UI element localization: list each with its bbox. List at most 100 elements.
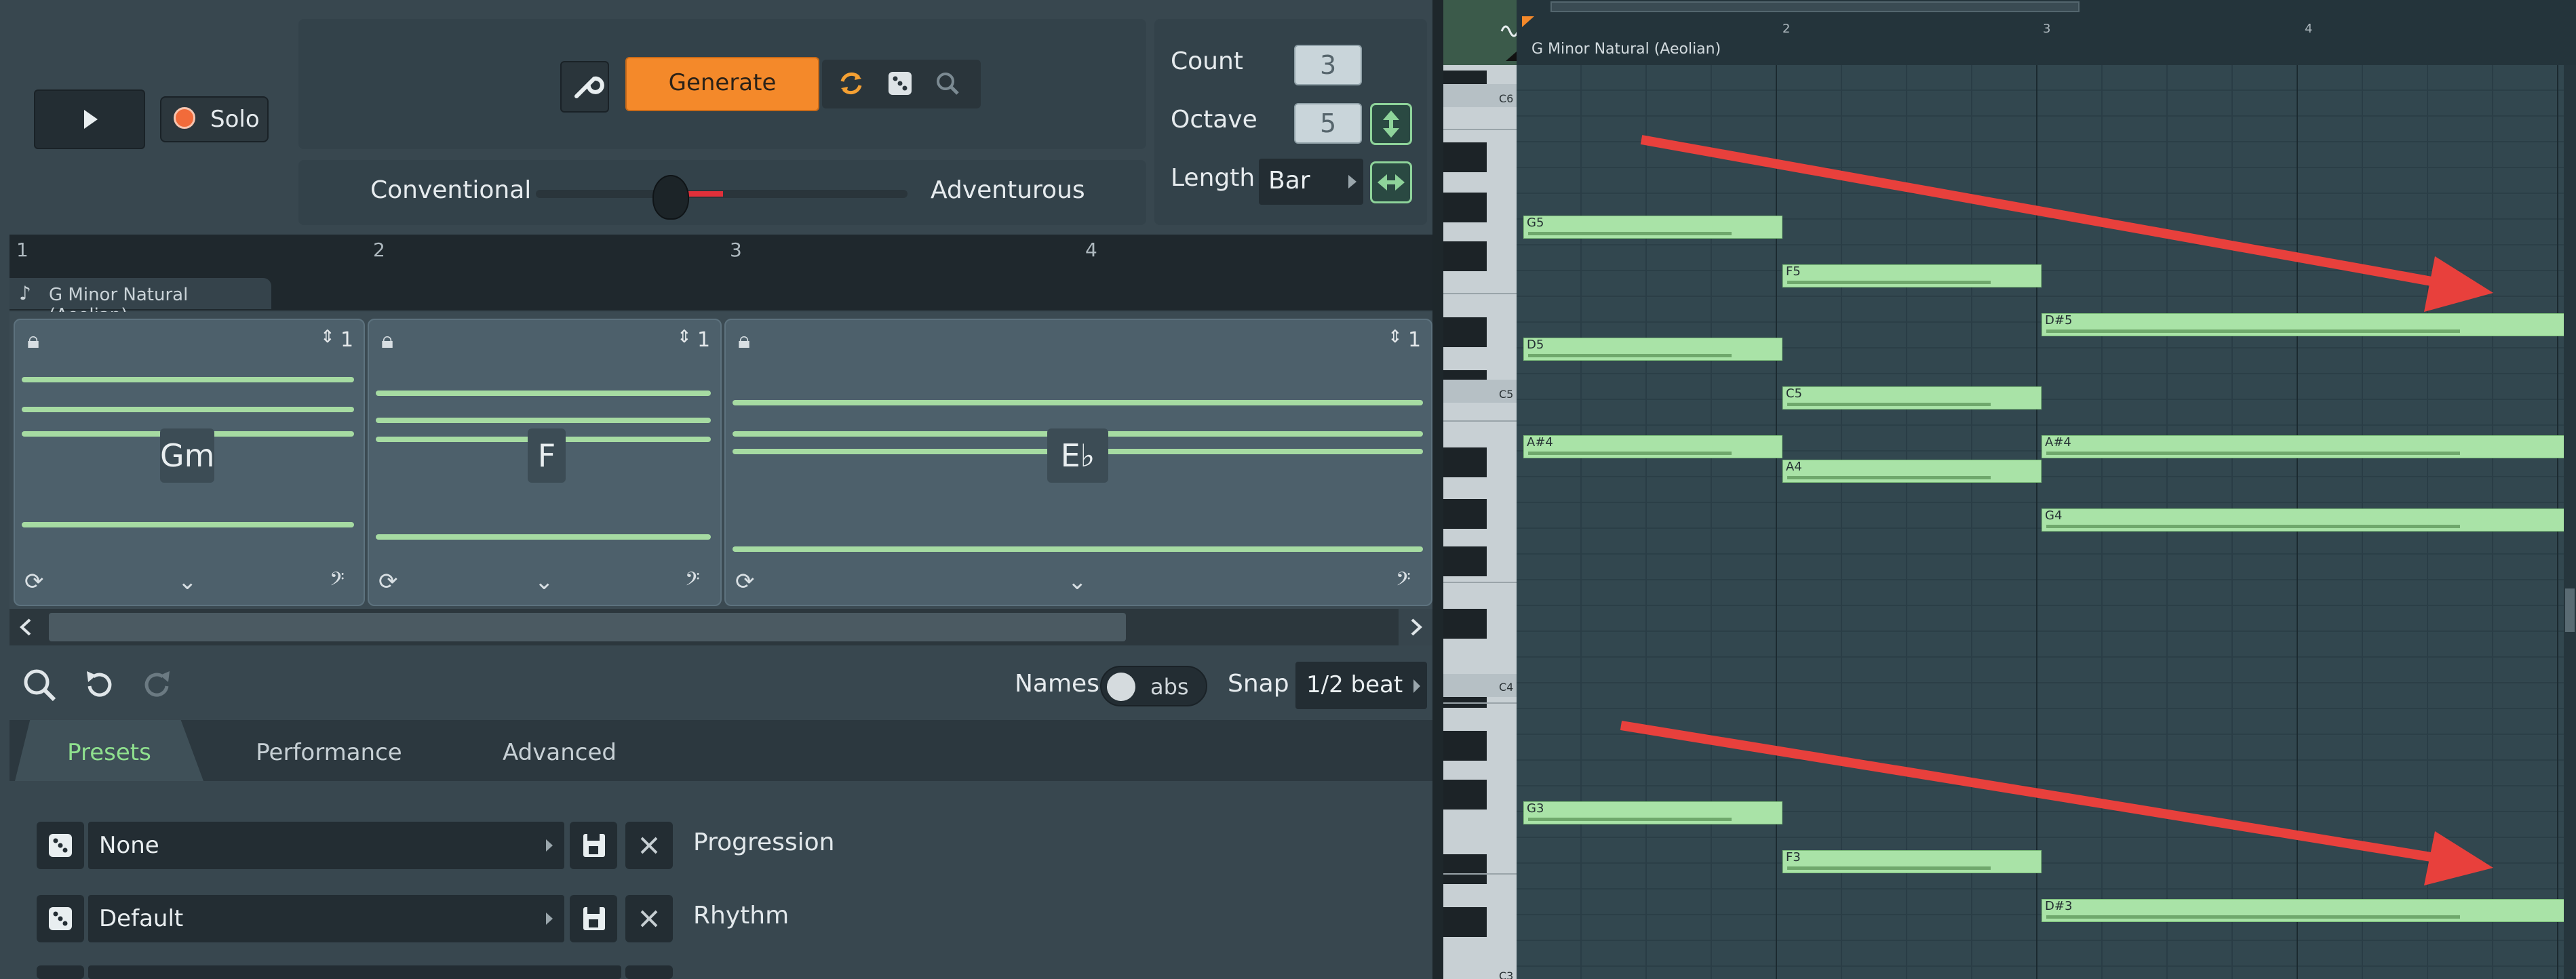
count-field[interactable]: 3 xyxy=(1294,45,1362,85)
regenerate-icon[interactable]: ⟳ xyxy=(735,568,755,595)
conventional-label: Conventional xyxy=(370,176,532,204)
tab-bar xyxy=(9,720,1434,781)
piano-roll: 2 3 4 G Minor Natural (Aeolian) C6 C5 C4… xyxy=(1443,0,2576,979)
scroll-right-button[interactable] xyxy=(1399,609,1432,645)
length-value: Bar xyxy=(1268,167,1310,195)
names-label: Names xyxy=(1015,670,1099,698)
preset-select-partial[interactable] xyxy=(88,965,621,979)
regenerate-icon[interactable]: ⟳ xyxy=(24,568,44,595)
chord-block-f[interactable]: 🔒︎ 1 ⇕ F ⟳ ⌄ 𝄢 xyxy=(368,319,722,606)
vertical-arrows-icon xyxy=(1383,111,1399,138)
toggle-knob xyxy=(1107,673,1135,701)
tab-presets[interactable]: Presets xyxy=(15,720,203,781)
chevron-right-icon xyxy=(1413,679,1420,693)
octave-field[interactable]: 5 xyxy=(1294,103,1362,144)
wrench-button[interactable] xyxy=(560,61,609,113)
close-icon xyxy=(640,910,658,927)
progression-preset-select[interactable]: None xyxy=(88,822,564,869)
play-icon xyxy=(84,110,98,129)
redo-icon[interactable] xyxy=(138,666,176,704)
names-toggle-value: abs xyxy=(1150,674,1189,700)
search-icon[interactable] xyxy=(933,69,962,98)
bass-clef-icon[interactable]: 𝄢 xyxy=(330,568,345,595)
rhythm-preset-select[interactable]: Default xyxy=(88,895,564,942)
rhythm-label: Rhythm xyxy=(693,902,789,930)
loop-icon[interactable] xyxy=(836,68,867,99)
lock-icon[interactable]: 🔒︎ xyxy=(738,327,750,354)
tab-advanced[interactable]: Advanced xyxy=(454,720,665,781)
solo-label: Solo xyxy=(210,106,260,133)
annotation-arrows xyxy=(1620,135,2493,885)
chevron-down-icon[interactable]: ⌄ xyxy=(534,568,554,595)
length-select[interactable]: Bar xyxy=(1259,159,1363,205)
chevron-right-icon xyxy=(546,913,553,925)
adventurous-label: Adventurous xyxy=(931,176,1085,204)
undo-icon[interactable] xyxy=(80,666,118,704)
play-button[interactable] xyxy=(34,89,145,149)
chord-repeat-count[interactable]: 1 xyxy=(1408,328,1421,352)
updown-icon: ⇕ xyxy=(1388,327,1403,347)
lock-icon[interactable]: 🔒︎ xyxy=(381,327,393,354)
solo-toggle[interactable]: Solo xyxy=(160,96,269,142)
style-slider-knob[interactable] xyxy=(652,175,689,220)
length-label: Length xyxy=(1171,164,1255,192)
style-slider-fill xyxy=(685,191,723,197)
dice-icon xyxy=(49,834,72,857)
regenerate-icon[interactable]: ⟳ xyxy=(378,568,398,595)
bar-number: 3 xyxy=(730,239,742,261)
vertical-scrollbar[interactable] xyxy=(2564,65,2576,979)
tab-performance[interactable]: Performance xyxy=(224,720,434,781)
save-rhythm-button[interactable] xyxy=(570,895,617,942)
solo-led-icon xyxy=(174,107,195,129)
close-icon xyxy=(640,837,658,854)
chord-note-line xyxy=(22,407,354,412)
generate-button[interactable]: Generate xyxy=(625,57,819,111)
bass-clef-icon[interactable]: 𝄢 xyxy=(1396,568,1411,595)
save-icon xyxy=(583,834,605,857)
clear-progression-button[interactable] xyxy=(625,822,673,869)
updown-icon: ⇕ xyxy=(677,327,692,347)
randomize-rhythm-button[interactable] xyxy=(37,895,84,942)
snap-value: 1/2 beat xyxy=(1306,671,1403,698)
clear-button-partial[interactable] xyxy=(625,965,673,979)
scroll-left-button[interactable] xyxy=(9,609,43,645)
chord-name: E♭ xyxy=(1047,428,1108,483)
vertical-scroll-thumb[interactable] xyxy=(2565,588,2575,632)
annotation-arrow-lower xyxy=(1620,721,2482,870)
save-progression-button[interactable] xyxy=(570,822,617,869)
dice-icon[interactable] xyxy=(886,69,914,98)
wrench-icon xyxy=(574,76,604,98)
octave-range-button[interactable] xyxy=(1370,103,1412,145)
chord-note-line xyxy=(376,534,711,540)
bar-number: 1 xyxy=(16,239,28,261)
chord-note-line xyxy=(22,522,354,527)
chevron-down-icon[interactable]: ⌄ xyxy=(178,568,197,595)
chord-block-gm[interactable]: 🔒︎ 1 ⇕ Gm ⟳ ⌄ 𝄢 xyxy=(14,319,365,606)
randomize-progression-button[interactable] xyxy=(37,822,84,869)
clear-rhythm-button[interactable] xyxy=(625,895,673,942)
octave-value: 5 xyxy=(1320,108,1337,138)
scale-tag: ♪ G Minor Natural (Aeolian) xyxy=(9,278,271,325)
annotation-arrowhead-lower xyxy=(2424,831,2493,885)
chevron-down-icon[interactable]: ⌄ xyxy=(1068,568,1087,595)
chord-note-line xyxy=(376,418,711,423)
bass-clef-icon[interactable]: 𝄢 xyxy=(685,568,700,595)
chord-repeat-count[interactable]: 1 xyxy=(697,328,710,352)
chord-name: F xyxy=(528,428,566,483)
count-label: Count xyxy=(1171,47,1243,75)
octave-label: Octave xyxy=(1171,106,1257,134)
chord-block-eb[interactable]: 🔒︎ 1 ⇕ E♭ ⟳ ⌄ 𝄢 xyxy=(724,319,1432,606)
chord-generator-panel: Solo Generate Conventional Adventurous C… xyxy=(0,0,1443,979)
lock-icon[interactable]: 🔒︎ xyxy=(27,327,39,354)
length-stretch-button[interactable] xyxy=(1370,161,1412,203)
bar-number: 2 xyxy=(373,239,385,261)
chord-repeat-count[interactable]: 1 xyxy=(340,328,353,352)
zoom-icon[interactable] xyxy=(20,666,58,704)
bar-number: 4 xyxy=(1085,239,1097,261)
randomize-button-partial[interactable] xyxy=(37,965,84,979)
scrollbar-thumb[interactable] xyxy=(49,613,1126,641)
chord-name: Gm xyxy=(160,428,214,483)
names-toggle[interactable]: abs xyxy=(1100,666,1207,706)
chevron-right-icon xyxy=(546,839,553,852)
snap-select[interactable]: 1/2 beat xyxy=(1295,662,1427,709)
